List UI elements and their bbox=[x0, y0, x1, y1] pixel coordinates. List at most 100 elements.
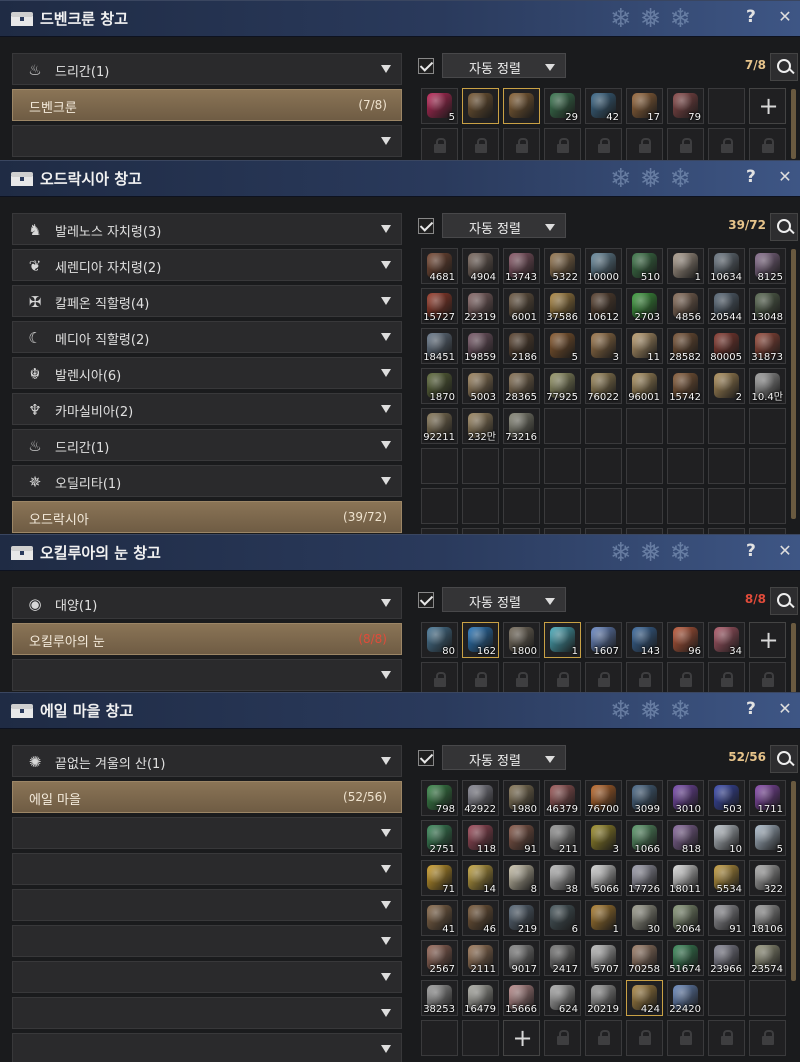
empty-slot[interactable] bbox=[667, 448, 704, 484]
region-category[interactable]: ♨ 드리간(1) bbox=[12, 53, 402, 85]
item-slot[interactable]: 96001 bbox=[626, 368, 663, 404]
empty-category-row[interactable] bbox=[12, 1033, 402, 1062]
empty-slot[interactable] bbox=[749, 408, 786, 444]
empty-slot[interactable] bbox=[503, 448, 540, 484]
item-slot[interactable]: 1 bbox=[667, 248, 704, 284]
close-button[interactable]: ✕ bbox=[775, 541, 795, 561]
region-category[interactable]: ☾ 메디아 직할령(2) bbox=[12, 321, 402, 353]
item-slot[interactable]: 5707 bbox=[585, 940, 622, 976]
item-slot[interactable]: 1980 bbox=[503, 780, 540, 816]
selected-warehouse[interactable]: 에일 마을 (52/56) bbox=[12, 781, 402, 813]
expand-slot-button[interactable]: + bbox=[503, 1020, 540, 1056]
region-category[interactable]: ✺ 끝없는 겨울의 산(1) bbox=[12, 745, 402, 777]
region-category[interactable]: ☬ 발렌시아(6) bbox=[12, 357, 402, 389]
item-slot[interactable]: 624 bbox=[544, 980, 581, 1016]
item-slot[interactable]: 15666 bbox=[503, 980, 540, 1016]
item-slot[interactable]: 30 bbox=[626, 900, 663, 936]
item-slot[interactable]: 23574 bbox=[749, 940, 786, 976]
item-slot[interactable]: 37586 bbox=[544, 288, 581, 324]
item-slot[interactable]: 19859 bbox=[462, 328, 499, 364]
empty-category-row[interactable] bbox=[12, 853, 402, 885]
item-slot[interactable]: 5534 bbox=[708, 860, 745, 896]
item-slot[interactable]: 96 bbox=[667, 622, 704, 658]
item-slot[interactable]: 22319 bbox=[462, 288, 499, 324]
item-slot[interactable]: 42922 bbox=[462, 780, 499, 816]
item-slot[interactable]: 4856 bbox=[667, 288, 704, 324]
empty-slot[interactable] bbox=[421, 488, 458, 524]
item-slot[interactable]: 424 bbox=[626, 980, 663, 1016]
item-slot[interactable]: 3 bbox=[585, 820, 622, 856]
item-slot[interactable]: 29 bbox=[544, 88, 581, 124]
region-category[interactable]: ♨ 드리간(1) bbox=[12, 429, 402, 461]
item-slot[interactable]: 4904 bbox=[462, 248, 499, 284]
item-slot[interactable]: 5003 bbox=[462, 368, 499, 404]
item-slot[interactable]: 11 bbox=[626, 328, 663, 364]
item-slot[interactable]: 41 bbox=[421, 900, 458, 936]
empty-slot[interactable] bbox=[585, 408, 622, 444]
warehouse-header[interactable]: 에일 마을 창고 ❄❅❄? ✕ bbox=[0, 693, 800, 729]
empty-slot[interactable] bbox=[667, 488, 704, 524]
selected-warehouse[interactable]: 드벤크룬 (7/8) bbox=[12, 89, 402, 121]
item-slot[interactable]: 3099 bbox=[626, 780, 663, 816]
item-slot[interactable]: 2111 bbox=[462, 940, 499, 976]
empty-slot[interactable] bbox=[503, 488, 540, 524]
selected-warehouse[interactable]: 오킬루아의 눈 (8/8) bbox=[12, 623, 402, 655]
empty-category-row[interactable] bbox=[12, 659, 402, 691]
auto-sort-dropdown[interactable]: 자동 정렬 bbox=[442, 213, 566, 238]
selected-warehouse[interactable]: 오드락시아 (39/72) bbox=[12, 501, 402, 533]
item-slot[interactable]: 17 bbox=[626, 88, 663, 124]
empty-category-row[interactable] bbox=[12, 889, 402, 921]
item-slot[interactable]: 503 bbox=[708, 780, 745, 816]
empty-slot[interactable] bbox=[626, 408, 663, 444]
empty-slot[interactable] bbox=[462, 488, 499, 524]
empty-slot[interactable] bbox=[585, 448, 622, 484]
empty-slot[interactable] bbox=[421, 1020, 458, 1056]
help-button[interactable]: ? bbox=[746, 699, 756, 719]
item-slot[interactable]: 2567 bbox=[421, 940, 458, 976]
item-slot[interactable]: 3 bbox=[585, 328, 622, 364]
item-slot[interactable]: 28582 bbox=[667, 328, 704, 364]
item-slot[interactable]: 2703 bbox=[626, 288, 663, 324]
auto-sort-dropdown[interactable]: 자동 정렬 bbox=[442, 745, 566, 770]
item-slot[interactable]: 1870 bbox=[421, 368, 458, 404]
item-slot[interactable]: 1607 bbox=[585, 622, 622, 658]
item-slot[interactable]: 10 bbox=[708, 820, 745, 856]
empty-slot[interactable] bbox=[626, 448, 663, 484]
item-slot[interactable]: 2417 bbox=[544, 940, 581, 976]
empty-slot[interactable] bbox=[708, 980, 745, 1016]
item-slot[interactable]: 5 bbox=[421, 88, 458, 124]
item-slot[interactable]: 71 bbox=[421, 860, 458, 896]
item-slot[interactable]: 6001 bbox=[503, 288, 540, 324]
search-button[interactable] bbox=[770, 213, 798, 241]
item-slot[interactable]: 46 bbox=[462, 900, 499, 936]
item-slot[interactable]: 798 bbox=[421, 780, 458, 816]
item-slot[interactable]: 31873 bbox=[749, 328, 786, 364]
empty-slot[interactable] bbox=[421, 448, 458, 484]
empty-slot[interactable] bbox=[708, 408, 745, 444]
item-slot[interactable]: 3010 bbox=[667, 780, 704, 816]
region-category[interactable]: ♞ 발레노스 자치령(3) bbox=[12, 213, 402, 245]
scrollbar[interactable] bbox=[791, 781, 796, 981]
help-button[interactable]: ? bbox=[746, 541, 756, 561]
item-slot[interactable]: 2751 bbox=[421, 820, 458, 856]
close-button[interactable]: ✕ bbox=[775, 699, 795, 719]
item-slot[interactable]: 16479 bbox=[462, 980, 499, 1016]
warehouse-header[interactable]: 드벤크룬 창고 ❄❅❄? ✕ bbox=[0, 1, 800, 37]
scrollbar[interactable] bbox=[791, 89, 796, 159]
auto-sort-checkbox[interactable] bbox=[418, 218, 434, 234]
item-slot[interactable]: 23966 bbox=[708, 940, 745, 976]
empty-slot[interactable] bbox=[626, 488, 663, 524]
region-category[interactable]: ♆ 카마실비아(2) bbox=[12, 393, 402, 425]
empty-slot[interactable] bbox=[749, 980, 786, 1016]
region-category[interactable]: ◉ 대양(1) bbox=[12, 587, 402, 619]
item-slot[interactable]: 1711 bbox=[749, 780, 786, 816]
item-slot[interactable]: 118 bbox=[462, 820, 499, 856]
empty-category-row[interactable] bbox=[12, 961, 402, 993]
help-button[interactable]: ? bbox=[746, 7, 756, 27]
empty-slot[interactable] bbox=[749, 448, 786, 484]
warehouse-header[interactable]: 오킬루아의 눈 창고 ❄❅❄? ✕ bbox=[0, 535, 800, 571]
item-slot[interactable]: 13048 bbox=[749, 288, 786, 324]
item-slot[interactable]: 34 bbox=[708, 622, 745, 658]
item-slot[interactable]: 2064 bbox=[667, 900, 704, 936]
item-slot[interactable]: 46379 bbox=[544, 780, 581, 816]
